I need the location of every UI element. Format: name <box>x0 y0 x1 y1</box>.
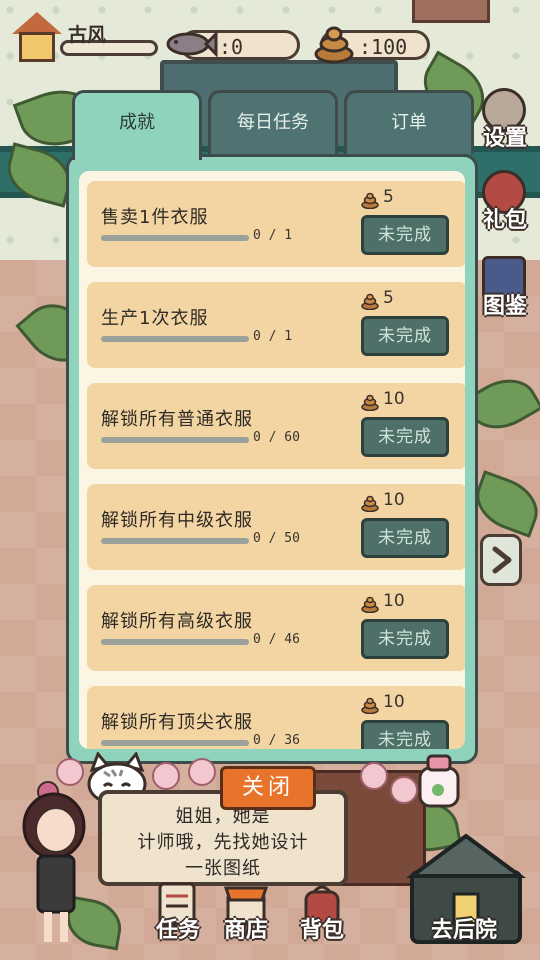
achievement-card: 生产1次衣服 0 / 1 5 未完成 <box>87 282 465 368</box>
achievement-card: 售卖1件衣服 0 / 1 5 未完成 <box>87 181 465 267</box>
poop-icon <box>361 697 379 714</box>
player-name: 古风 <box>68 24 107 46</box>
paw-decoration <box>360 762 388 790</box>
incomplete-status-button[interactable]: 未完成 <box>361 619 449 659</box>
achievement-title: 生产1次衣服 <box>101 308 209 329</box>
home-wall <box>19 32 55 62</box>
poop-icon <box>361 394 379 411</box>
achievement-list-area[interactable]: 售卖1件衣服 0 / 1 5 未完成 生产1次衣服 0 / 1 5 未完成 解锁所有普通衣服 0 … <box>79 171 465 749</box>
poop-icon <box>361 293 379 310</box>
incomplete-status-button[interactable]: 未完成 <box>361 215 449 255</box>
task-label: 任务 <box>155 918 200 943</box>
poop-icon <box>361 192 379 209</box>
achievement-title: 解锁所有高级衣服 <box>101 611 253 632</box>
task-button[interactable]: 任务 <box>146 880 210 950</box>
progress-bar <box>101 235 249 241</box>
dialog-text: 姐姐，她是 计师哦，先找她设计 一张图纸 <box>102 804 344 882</box>
dialog-line: 一张图纸 <box>185 858 261 879</box>
gift-bag-button[interactable]: 礼包 <box>474 170 536 248</box>
home-icon[interactable] <box>12 12 62 62</box>
reward-amount: 5 <box>383 288 394 308</box>
progress-bar <box>101 639 249 645</box>
progress-text: 0 / 1 <box>253 329 293 344</box>
tab-achievements[interactable]: 成就 <box>72 90 202 160</box>
jar-icon <box>418 754 460 808</box>
achievement-title: 解锁所有普通衣服 <box>101 409 253 430</box>
home-roof <box>12 12 62 34</box>
tab-daily-tasks[interactable]: 每日任务 <box>208 90 338 154</box>
poop-icon <box>361 495 379 512</box>
girl-character <box>22 781 86 942</box>
fish-count: :0 <box>219 35 244 59</box>
progress-text: 0 / 50 <box>253 531 300 546</box>
incomplete-status-button[interactable]: 未完成 <box>361 518 449 558</box>
reward-amount: 10 <box>383 692 405 712</box>
progress-bar <box>101 740 249 746</box>
dialog-line: 计师哦，先找她设计 <box>137 832 309 853</box>
shop-button[interactable]: 商店 <box>214 880 278 950</box>
tab-bar: 成就 每日任务 订单 <box>72 90 476 160</box>
collection-button[interactable]: 图鉴 <box>474 256 536 334</box>
reward-amount: 5 <box>383 187 394 207</box>
reward-amount: 10 <box>383 490 405 510</box>
progress-bar <box>101 538 249 544</box>
poop-icon <box>361 596 379 613</box>
backpack-button[interactable]: 背包 <box>290 880 354 950</box>
backpack-label: 背包 <box>299 918 344 943</box>
collection-label: 图鉴 <box>482 294 527 319</box>
achievement-card: 解锁所有中级衣服 0 / 50 10 未完成 <box>87 484 465 570</box>
achievement-card: 解锁所有顶尖衣服 0 / 36 10 未完成 <box>87 686 465 749</box>
chevron-right-icon <box>492 546 512 574</box>
wall-picture-frame <box>412 0 490 23</box>
progress-bar <box>101 336 249 342</box>
reward-amount: 10 <box>383 591 405 611</box>
achievement-card: 解锁所有高级衣服 0 / 46 10 未完成 <box>87 585 465 671</box>
achievement-panel: 售卖1件衣服 0 / 1 5 未完成 生产1次衣服 0 / 1 5 未完成 解锁所有普通衣服 0 … <box>66 154 478 764</box>
progress-text: 0 / 1 <box>253 228 293 243</box>
settings-button[interactable]: 设置 <box>474 88 536 166</box>
go-backyard-label[interactable]: 去后院 <box>400 912 528 944</box>
tab-orders[interactable]: 订单 <box>344 90 474 154</box>
poop-icon <box>314 26 354 64</box>
achievement-title: 解锁所有中级衣服 <box>101 510 253 531</box>
incomplete-status-button[interactable]: 未完成 <box>361 316 449 356</box>
incomplete-status-button[interactable]: 未完成 <box>361 417 449 457</box>
achievement-list: 售卖1件衣服 0 / 1 5 未完成 生产1次衣服 0 / 1 5 未完成 解锁所有普通衣服 0 … <box>87 181 465 749</box>
next-arrow-button[interactable] <box>480 534 522 586</box>
close-button[interactable]: 关闭 <box>220 766 316 810</box>
achievement-title: 解锁所有顶尖衣服 <box>101 712 253 733</box>
poop-count: :100 <box>359 35 408 59</box>
achievement-title: 售卖1件衣服 <box>101 207 209 228</box>
achievement-card: 解锁所有普通衣服 0 / 60 10 未完成 <box>87 383 465 469</box>
paw-decoration <box>188 758 216 786</box>
incomplete-status-button[interactable]: 未完成 <box>361 720 449 749</box>
paw-decoration <box>152 762 180 790</box>
shop-label: 商店 <box>223 918 268 943</box>
fish-icon <box>166 30 218 58</box>
progress-text: 0 / 46 <box>253 632 300 647</box>
progress-bar <box>101 437 249 443</box>
settings-label: 设置 <box>482 126 527 151</box>
gift-bag-label: 礼包 <box>482 208 527 233</box>
progress-text: 0 / 36 <box>253 733 300 748</box>
progress-text: 0 / 60 <box>253 430 300 445</box>
reward-amount: 10 <box>383 389 405 409</box>
